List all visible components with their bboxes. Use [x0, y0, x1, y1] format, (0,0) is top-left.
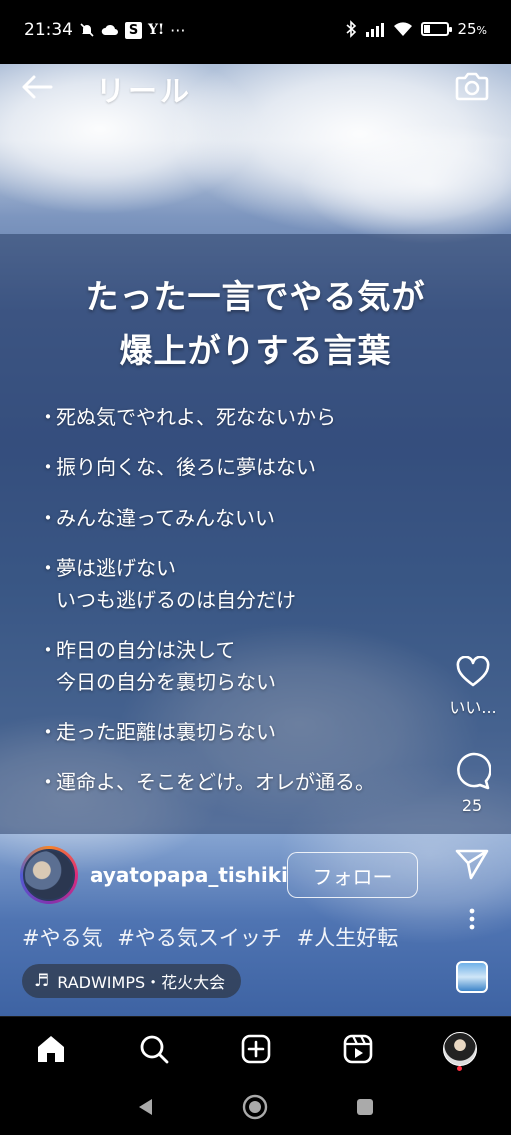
add-post-icon — [241, 1034, 271, 1064]
yahoo-icon: Y! — [148, 22, 165, 38]
author-username[interactable]: ayatopapa_tishiki — [90, 863, 288, 887]
reel-headline-line1: たった一言でやる気が — [85, 277, 426, 316]
comment-count: 25 — [461, 796, 483, 815]
music-title: RADWIMPS・花火大会 — [57, 973, 226, 992]
share-button[interactable] — [454, 848, 490, 880]
quote-item: ・夢は逃げない いつも逃げるのは自分だけ — [38, 556, 296, 612]
search-icon — [140, 1035, 169, 1064]
system-navigation — [0, 1082, 511, 1135]
reel-headline-line2: 爆上がりする言葉 — [119, 331, 392, 370]
hashtag-link[interactable]: #やる気 — [22, 926, 103, 950]
send-icon — [455, 849, 489, 880]
status-time: 21:34 — [24, 20, 73, 40]
status-bar: 21:34 S Y! ··· 25% — [0, 0, 511, 64]
nav-create[interactable] — [238, 1031, 274, 1067]
quote-item: ・振り向くな、後ろに夢はない — [38, 455, 316, 479]
nav-reels[interactable] — [340, 1031, 376, 1067]
bluetooth-icon — [345, 20, 357, 38]
more-options-button[interactable] — [462, 908, 482, 930]
like-label: いい... — [449, 698, 497, 717]
quote-item: ・死ぬ気でやれよ、死なないから — [38, 405, 336, 429]
bottom-navigation — [0, 1016, 511, 1082]
heart-icon — [456, 656, 490, 687]
hashtag-link[interactable]: #人生好転 — [297, 926, 399, 950]
quote-item: ・運命よ、そこをどけ。オレが通る。 — [38, 770, 375, 794]
comment-icon — [457, 752, 491, 790]
reels-icon — [343, 1034, 373, 1064]
square-recents-icon — [357, 1099, 373, 1115]
system-recents-button[interactable] — [350, 1092, 380, 1122]
wifi-icon — [393, 21, 413, 37]
signal-icon — [365, 22, 385, 37]
author-avatar[interactable] — [20, 846, 78, 904]
battery-percent: 25% — [457, 20, 487, 38]
audio-thumbnail[interactable] — [456, 961, 488, 993]
profile-avatar — [443, 1032, 477, 1066]
page-title: リール — [96, 74, 193, 108]
reels-header: リール — [0, 64, 511, 116]
nav-search[interactable] — [136, 1031, 172, 1067]
battery-icon — [421, 22, 453, 36]
system-home-button[interactable] — [240, 1092, 270, 1122]
status-right: 25% — [345, 20, 487, 38]
hashtag-list: #やる気 #やる気スイッチ #人生好転 — [22, 922, 406, 952]
status-left: 21:34 S Y! ··· — [24, 20, 185, 40]
more-vertical-icon — [469, 908, 475, 930]
s-app-icon: S — [125, 21, 142, 39]
system-back-button[interactable] — [130, 1092, 160, 1122]
music-chip[interactable]: ♬ RADWIMPS・花火大会 — [22, 964, 242, 998]
quote-item: ・走った距離は裏切らない — [38, 720, 276, 744]
triangle-back-icon — [139, 1099, 152, 1115]
more-notifications-icon: ··· — [170, 20, 186, 40]
comment-button[interactable]: 25 — [450, 752, 494, 815]
hashtag-link[interactable]: #やる気スイッチ — [117, 926, 282, 950]
back-arrow-icon[interactable] — [20, 72, 54, 102]
dnd-off-icon — [79, 22, 95, 38]
home-icon — [38, 1036, 64, 1062]
music-note-icon: ♬ — [34, 971, 50, 991]
circle-home-icon — [242, 1094, 268, 1120]
camera-icon[interactable] — [455, 70, 489, 102]
follow-button[interactable]: フォロー — [287, 852, 418, 898]
cloud-icon — [101, 24, 119, 36]
like-button[interactable]: いい... — [446, 656, 500, 718]
quote-item: ・昨日の自分は決して 今日の自分を裏切らない — [38, 638, 276, 694]
profile-notification-dot — [457, 1066, 462, 1071]
nav-home[interactable] — [33, 1031, 69, 1067]
nav-profile[interactable] — [442, 1031, 478, 1067]
quote-item: ・みんな違ってみんないい — [38, 506, 275, 530]
